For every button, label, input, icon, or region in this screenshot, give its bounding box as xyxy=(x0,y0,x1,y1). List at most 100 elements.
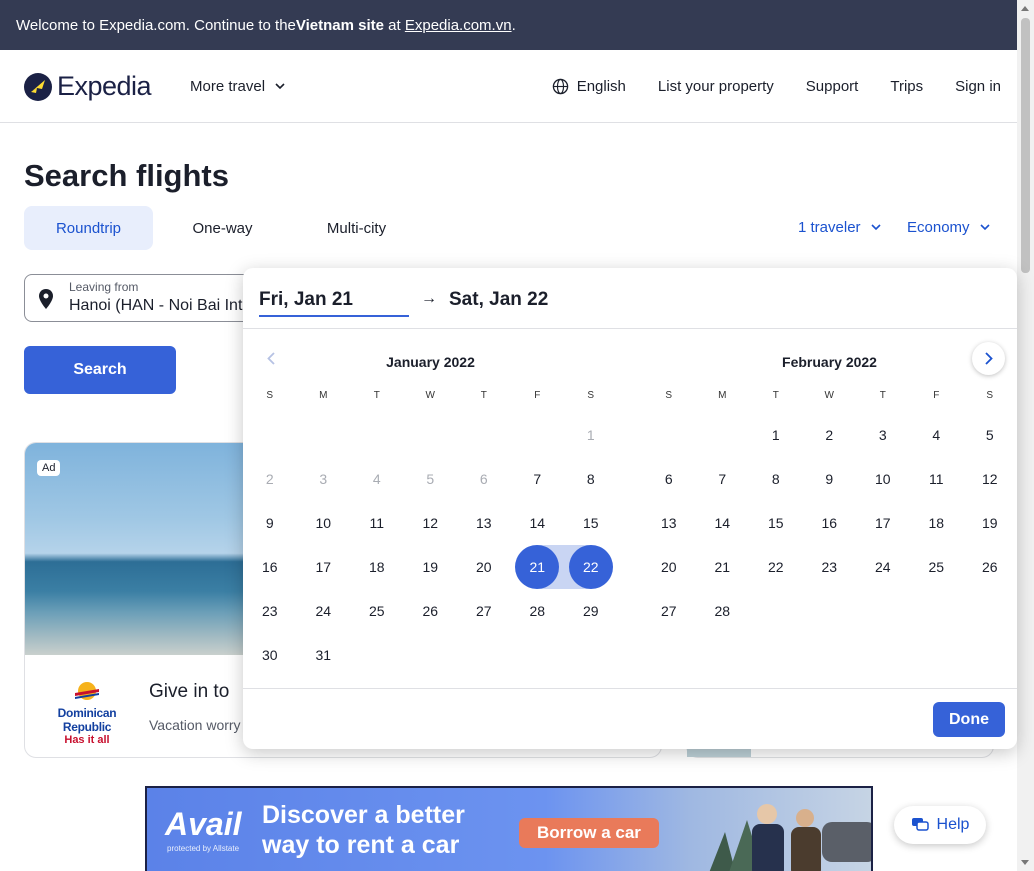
calendar-day[interactable]: 29 xyxy=(564,589,618,633)
calendar-day-label: 10 xyxy=(315,515,332,531)
calendar-day[interactable]: 23 xyxy=(803,545,857,589)
calendar-day[interactable]: 10 xyxy=(297,501,351,545)
calendar-day[interactable]: 7 xyxy=(511,457,565,501)
calendar-day[interactable]: 8 xyxy=(749,457,803,501)
calendar-day-label: 27 xyxy=(660,603,677,619)
calendar-day[interactable]: 2 xyxy=(803,413,857,457)
calendar-day: 6 xyxy=(457,457,511,501)
calendar-day[interactable]: 1 xyxy=(749,413,803,457)
calendar-day[interactable]: 20 xyxy=(642,545,696,589)
page-scrollbar[interactable] xyxy=(1017,0,1034,871)
scroll-thumb[interactable] xyxy=(1021,18,1030,273)
calendar-day[interactable]: 4 xyxy=(910,413,964,457)
help-button[interactable]: Help xyxy=(894,806,986,844)
car-ad-headline-line1: Discover a better xyxy=(262,801,465,829)
language-selector[interactable]: English xyxy=(552,78,626,95)
calendar-day-label: 22 xyxy=(568,545,613,589)
list-property-link[interactable]: List your property xyxy=(658,78,774,95)
calendar-day[interactable]: 10 xyxy=(856,457,910,501)
calendar-day[interactable]: 22 xyxy=(564,545,618,589)
calendar-day[interactable]: 18 xyxy=(350,545,404,589)
calendar-day[interactable]: 30 xyxy=(243,633,297,677)
calendar-day[interactable]: 19 xyxy=(404,545,458,589)
arrow-right-icon: → xyxy=(421,290,437,307)
calendar-day[interactable]: 16 xyxy=(803,501,857,545)
calendar-day[interactable]: 24 xyxy=(856,545,910,589)
calendar-day[interactable]: 13 xyxy=(457,501,511,545)
calendar-day[interactable]: 19 xyxy=(963,501,1017,545)
calendar-day[interactable]: 16 xyxy=(243,545,297,589)
calendar-day[interactable]: 13 xyxy=(642,501,696,545)
banner-at: at xyxy=(383,16,405,34)
support-link[interactable]: Support xyxy=(806,78,859,95)
more-travel-menu[interactable]: More travel xyxy=(190,78,285,95)
calendar-day[interactable]: 12 xyxy=(404,501,458,545)
day-grid: 1 2 3 4 5 6 7 8 9 10 11 12 13 14 15 16 17 18 19 20 21 22 23 24 2… xyxy=(642,413,1017,633)
calendar-day[interactable]: 27 xyxy=(642,589,696,633)
calendar-day-label: 30 xyxy=(261,647,278,663)
calendar-day[interactable]: 21 xyxy=(696,545,750,589)
calendar-day[interactable]: 3 xyxy=(856,413,910,457)
tab-roundtrip[interactable]: Roundtrip xyxy=(24,206,153,250)
cabin-class-selector[interactable]: Economy xyxy=(907,219,990,236)
tab-one-way[interactable]: One-way xyxy=(158,206,287,250)
calendar-day[interactable]: 26 xyxy=(404,589,458,633)
calendar-day: 1 xyxy=(564,413,618,457)
calendar-day-label: 5 xyxy=(426,471,435,487)
calendar-day[interactable]: 7 xyxy=(696,457,750,501)
trips-link[interactable]: Trips xyxy=(890,78,923,95)
travelers-selector[interactable]: 1 traveler xyxy=(798,219,881,236)
calendar-day[interactable]: 11 xyxy=(350,501,404,545)
calendar-day[interactable]: 15 xyxy=(749,501,803,545)
calendar-day[interactable]: 15 xyxy=(564,501,618,545)
calendar-day[interactable]: 9 xyxy=(803,457,857,501)
calendar-day[interactable]: 28 xyxy=(511,589,565,633)
leaving-from-field[interactable]: Leaving from Hanoi (HAN - Noi Bai Intern… xyxy=(24,274,264,322)
calendar-day[interactable]: 20 xyxy=(457,545,511,589)
calendar-day[interactable]: 5 xyxy=(963,413,1017,457)
empty-day-cell xyxy=(404,413,458,457)
done-button[interactable]: Done xyxy=(933,702,1005,737)
scroll-down-icon[interactable] xyxy=(1021,860,1029,865)
borrow-car-button[interactable]: Borrow a car xyxy=(519,818,659,848)
calendar-day[interactable]: 14 xyxy=(511,501,565,545)
calendar-day[interactable]: 11 xyxy=(910,457,964,501)
calendar-day[interactable]: 24 xyxy=(297,589,351,633)
departure-date-field[interactable]: Fri, Jan 21 xyxy=(259,289,409,317)
help-label: Help xyxy=(936,816,970,833)
calendar-day[interactable]: 18 xyxy=(910,501,964,545)
banner-link[interactable]: Expedia.com.vn xyxy=(405,17,512,34)
weekday-label: W xyxy=(824,390,834,401)
calendar-day[interactable]: 12 xyxy=(963,457,1017,501)
calendar-day[interactable]: 22 xyxy=(749,545,803,589)
calendar-day[interactable]: 25 xyxy=(910,545,964,589)
calendar-day[interactable]: 14 xyxy=(696,501,750,545)
calendar-day[interactable]: 9 xyxy=(243,501,297,545)
calendar-day[interactable]: 8 xyxy=(564,457,618,501)
calendar-day[interactable]: 23 xyxy=(243,589,297,633)
ad-subtitle: Vacation worry xyxy=(149,717,241,733)
calendar-day[interactable]: 6 xyxy=(642,457,696,501)
car-rental-ad[interactable]: Avail protected by Allstate Discover a b… xyxy=(145,786,873,871)
calendar-day-label: 28 xyxy=(714,603,731,619)
calendar-day[interactable]: 21 xyxy=(511,545,565,589)
empty-day-cell xyxy=(511,413,565,457)
sign-in-link[interactable]: Sign in xyxy=(955,78,1001,95)
calendar-day-label: 1 xyxy=(586,427,595,443)
calendar-day[interactable]: 27 xyxy=(457,589,511,633)
calendar-day-label: 10 xyxy=(874,471,891,487)
calendar-day[interactable]: 28 xyxy=(696,589,750,633)
month-title: January 2022 xyxy=(386,354,475,370)
calendar-day-label: 8 xyxy=(771,471,780,487)
calendar-day[interactable]: 17 xyxy=(297,545,351,589)
return-date-field[interactable]: Sat, Jan 22 xyxy=(449,289,548,311)
calendar-day[interactable]: 17 xyxy=(856,501,910,545)
expedia-logo[interactable]: Expedia xyxy=(24,71,152,102)
scroll-up-icon[interactable] xyxy=(1021,6,1029,11)
calendar-day[interactable]: 26 xyxy=(963,545,1017,589)
search-button[interactable]: Search xyxy=(24,346,176,394)
leaving-from-label: Leaving from xyxy=(69,280,139,294)
calendar-day[interactable]: 25 xyxy=(350,589,404,633)
tab-multi-city[interactable]: Multi-city xyxy=(292,206,421,250)
calendar-day[interactable]: 31 xyxy=(297,633,351,677)
